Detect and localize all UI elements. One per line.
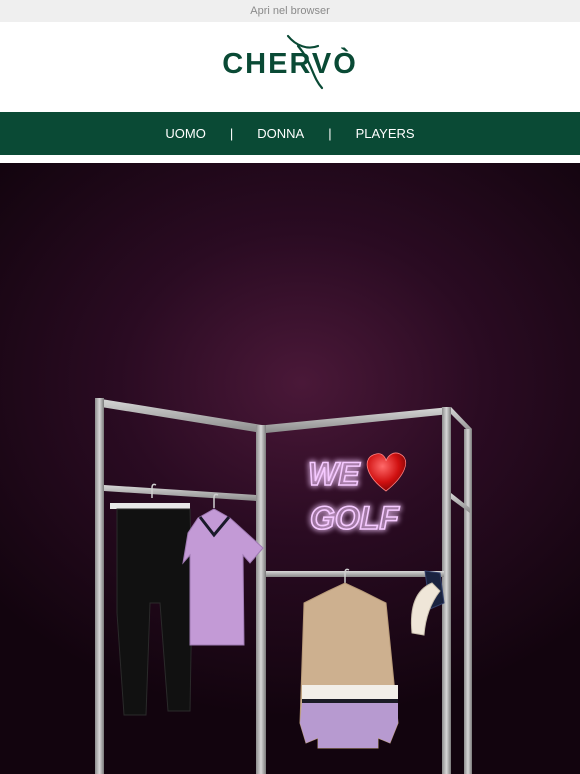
rack-right-post xyxy=(464,429,472,774)
rack-middle-top-bar xyxy=(266,407,450,433)
main-nav: UOMO | DONNA | PLAYERS xyxy=(0,112,580,155)
neon-golf-text: GOLF xyxy=(310,500,400,536)
spacer xyxy=(0,155,580,163)
header-logo-area: CHERVÒ xyxy=(0,22,580,112)
hero-illustration: WE GOLF xyxy=(95,398,472,774)
black-trousers xyxy=(116,508,193,716)
rack-left-top-bar xyxy=(95,398,262,433)
browser-link-bar: Apri nel browser xyxy=(0,0,580,22)
lilac-polo-shirt xyxy=(182,508,264,646)
heart-icon xyxy=(366,452,406,492)
chervo-logo[interactable]: CHERVÒ xyxy=(200,32,380,102)
rack-left-post xyxy=(95,398,104,774)
rack-middle-rail xyxy=(266,571,444,577)
sweater-white-stripe xyxy=(302,685,398,699)
rack-middle-right-post xyxy=(442,407,451,774)
neon-we-text: WE xyxy=(308,456,361,492)
rack-left-rail xyxy=(104,485,256,501)
nav-separator: | xyxy=(328,126,332,141)
nav-separator: | xyxy=(229,126,234,141)
sweater-lilac-band xyxy=(300,703,398,748)
sweater-dark-stripe xyxy=(302,699,398,703)
open-in-browser-link[interactable]: Apri nel browser xyxy=(250,5,329,17)
hero-banner[interactable]: WE GOLF xyxy=(0,163,580,774)
visor-cap xyxy=(410,570,445,636)
logo-wordmark: CHERVÒ xyxy=(222,46,358,80)
rack-center-post xyxy=(256,425,266,774)
nav-item-uomo[interactable]: UOMO xyxy=(165,126,205,141)
nav-item-players[interactable]: PLAYERS xyxy=(356,126,415,141)
nav-item-donna[interactable]: DONNA xyxy=(257,126,304,141)
